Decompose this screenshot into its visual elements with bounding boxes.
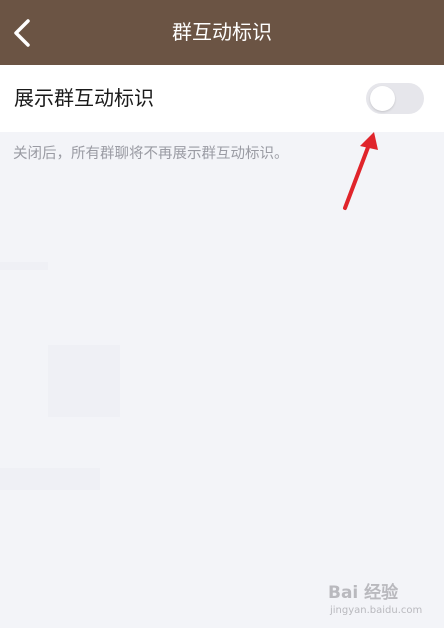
setting-description: 关闭后，所有群聊将不再展示群互动标识。 xyxy=(13,146,289,162)
page-title: 群互动标识 xyxy=(172,20,272,44)
show-group-interaction-badge-row: 展示群互动标识 xyxy=(0,65,444,132)
toggle-knob xyxy=(370,86,395,111)
faded-background-artifact xyxy=(0,468,100,490)
chevron-left-icon xyxy=(14,18,30,47)
show-group-interaction-badge-toggle[interactable] xyxy=(366,83,424,114)
faded-background-artifact xyxy=(0,262,48,270)
red-arrow-annotation xyxy=(343,132,378,210)
watermark-url: jingyan.baidu.com xyxy=(330,605,423,616)
baidu-jingyan-watermark: Bai 经验 jingyan.baidu.com xyxy=(324,572,442,624)
back-button[interactable] xyxy=(0,0,44,65)
setting-label: 展示群互动标识 xyxy=(14,86,154,110)
watermark-brand: Bai 经验 xyxy=(328,583,399,603)
navigation-bar: 群互动标识 xyxy=(0,0,444,65)
faded-background-artifact xyxy=(48,345,120,417)
